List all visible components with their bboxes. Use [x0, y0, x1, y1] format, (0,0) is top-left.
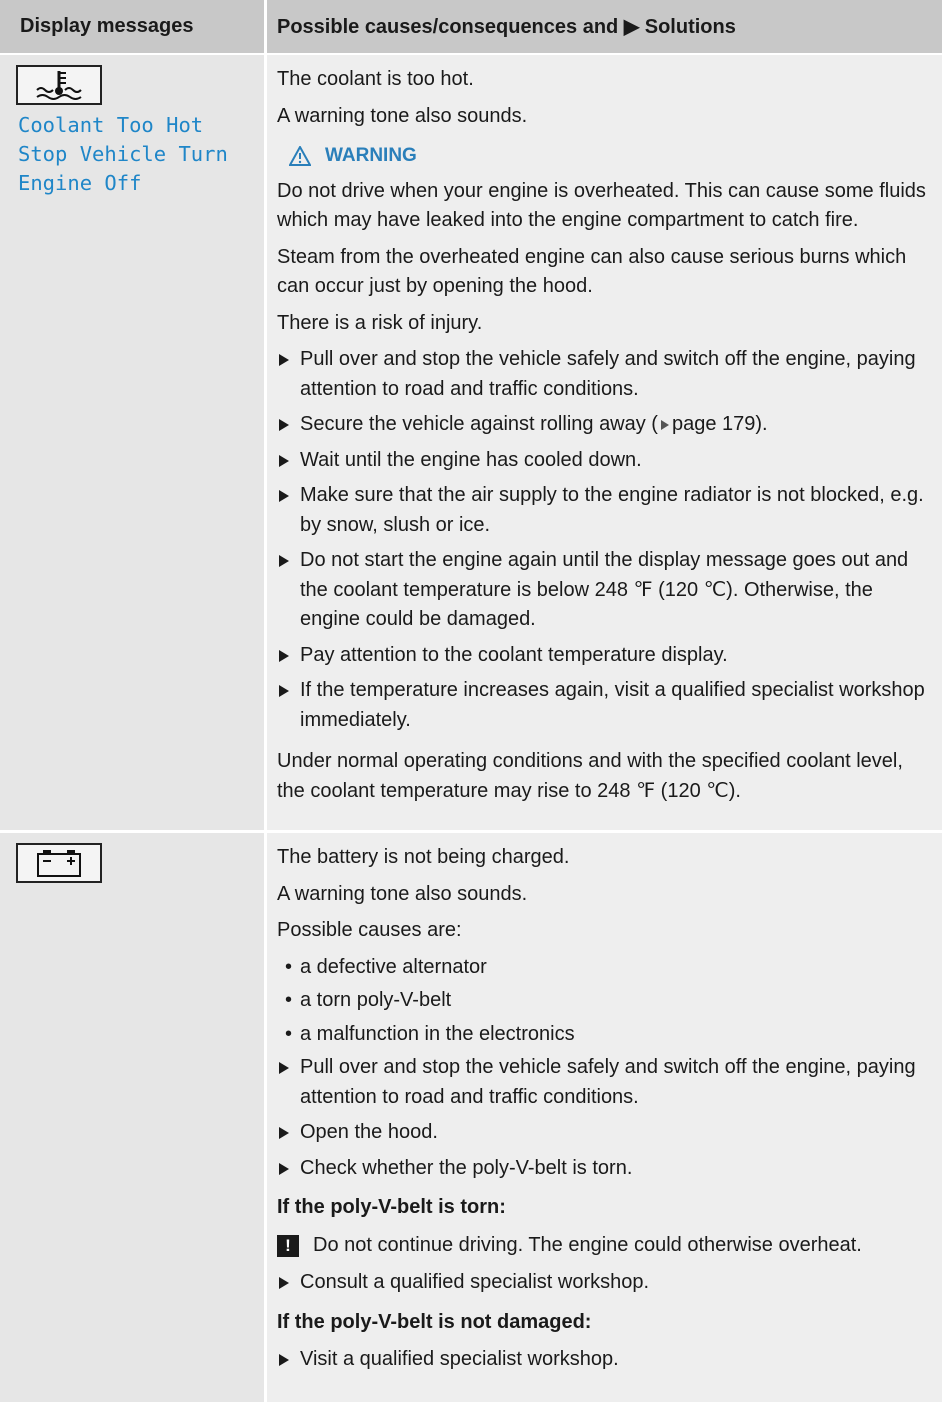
solution-step: Visit a qualified specialist workshop.	[277, 1345, 934, 1375]
warning-heading: WARNING	[289, 141, 934, 171]
arrow-bullet-icon	[279, 649, 289, 662]
display-message-cell: Coolant Too Hot Stop Vehicle Turn Engine…	[0, 55, 264, 830]
closing-note: Under normal operating conditions and wi…	[277, 750, 903, 802]
header-causes-solutions: Possible causes/consequences and ▶ Solut…	[264, 0, 942, 53]
bullet-dot-icon: •	[285, 955, 293, 978]
warning-paragraph: Do not drive when your engine is overhea…	[277, 179, 926, 232]
coolant-display-message: Coolant Too Hot Stop Vehicle Turn Engine…	[18, 111, 264, 198]
solution-step: Do not start the engine again until the …	[277, 546, 934, 635]
step-text: Check whether the poly-V-belt is torn.	[300, 1156, 633, 1179]
warning-paragraph: Steam from the overheated engine can als…	[277, 245, 907, 298]
subheading-belt-ok: If the poly-V-belt is not damaged:	[277, 1310, 592, 1333]
intro-text: The battery is not being charged.	[277, 846, 570, 868]
cause-item: • a torn poly-V-belt	[277, 986, 934, 1016]
cause-item: • a malfunction in the electronics	[277, 1020, 934, 1050]
step-text: Visit a qualified specialist workshop.	[300, 1348, 619, 1370]
step-text: Pay attention to the coolant temperature…	[300, 643, 728, 666]
display-message-line: Engine Off	[18, 171, 142, 195]
arrow-bullet-icon	[279, 1062, 289, 1074]
cause-text: a torn poly-V-belt	[300, 989, 452, 1011]
warning-paragraph: There is a risk of injury.	[277, 311, 483, 334]
notice-text: Do not continue driving. The engine coul…	[313, 1233, 862, 1256]
intro-text: Possible causes are:	[277, 919, 462, 941]
step-text: Consult a qualified specialist workshop.	[300, 1271, 650, 1293]
notice-exclamation-icon: !	[277, 1234, 299, 1257]
cause-text: a malfunction in the electronics	[300, 1022, 575, 1045]
solution-step: Pull over and stop the vehicle safely an…	[277, 345, 934, 404]
solution-step: Open the hood.	[277, 1118, 934, 1148]
solution-step: Secure the vehicle against rolling away …	[277, 410, 934, 440]
arrow-bullet-icon	[279, 1354, 289, 1366]
arrow-bullet-icon	[279, 1127, 289, 1139]
step-text: Open the hood.	[300, 1121, 438, 1143]
step-text: Do not start the engine again until the …	[300, 549, 909, 630]
battery-icon	[16, 843, 102, 883]
coolant-solutions-cell: The coolant is too hot. A warning tone a…	[264, 55, 942, 830]
cause-item: • a defective alternator	[277, 953, 934, 983]
arrow-bullet-icon	[279, 354, 289, 366]
arrow-bullet-icon	[279, 454, 289, 467]
table-header: Display messages Possible causes/consequ…	[0, 0, 942, 55]
arrow-bullet-icon	[279, 555, 289, 567]
solution-step: Wait until the engine has cooled down.	[277, 446, 934, 476]
bullet-dot-icon: •	[285, 1022, 293, 1045]
battery-solutions-cell: The battery is not being charged. A warn…	[264, 833, 942, 1402]
bullet-dot-icon: •	[285, 989, 293, 1011]
step-text: Pull over and stop the vehicle safely an…	[300, 348, 916, 400]
step-text: Pull over and stop the vehicle safely an…	[300, 1056, 916, 1108]
solution-step: Consult a qualified specialist workshop.	[277, 1268, 934, 1298]
step-text: Secure the vehicle against rolling away …	[300, 413, 658, 435]
display-message-line: Stop Vehicle Turn	[18, 142, 228, 166]
arrow-bullet-icon	[279, 419, 289, 431]
intro-text: The coolant is too hot.	[277, 68, 474, 90]
display-message-line: Coolant Too Hot	[18, 113, 204, 137]
solution-step: Make sure that the air supply to the eng…	[277, 481, 934, 540]
solution-step: If the temperature increases again, visi…	[277, 676, 934, 735]
step-text: Make sure that the air supply to the eng…	[300, 484, 924, 536]
notice-item: ! Do not continue driving. The engine cou…	[277, 1231, 934, 1261]
step-text: If the temperature increases again, visi…	[300, 679, 925, 731]
warning-triangle-icon	[289, 145, 311, 166]
solution-step: Check whether the poly-V-belt is torn.	[277, 1154, 934, 1184]
solution-step: Pay attention to the coolant temperature…	[277, 641, 934, 671]
arrow-bullet-icon	[279, 1162, 289, 1175]
arrow-bullet-icon	[279, 1277, 289, 1289]
subheading-belt-torn: If the poly-V-belt is torn:	[277, 1196, 506, 1218]
warning-label: WARNING	[325, 145, 417, 166]
arrow-bullet-icon	[279, 490, 289, 502]
cause-text: a defective alternator	[300, 955, 487, 978]
manual-page: Display messages Possible causes/consequ…	[0, 0, 942, 1405]
solution-step: Pull over and stop the vehicle safely an…	[277, 1053, 934, 1112]
coolant-temperature-icon	[16, 65, 102, 105]
intro-text: A warning tone also sounds.	[277, 882, 528, 905]
table-row-battery: The battery is not being charged. A warn…	[0, 833, 942, 1405]
table-row-coolant: Coolant Too Hot Stop Vehicle Turn Engine…	[0, 55, 942, 833]
page-reference-link[interactable]: page 179).	[672, 413, 768, 435]
page-reference-icon	[660, 419, 669, 430]
display-message-cell	[0, 833, 264, 1402]
header-display-messages: Display messages	[20, 15, 194, 37]
intro-text: A warning tone also sounds.	[277, 104, 528, 127]
step-text: Wait until the engine has cooled down.	[300, 448, 642, 471]
arrow-bullet-icon	[279, 685, 289, 697]
